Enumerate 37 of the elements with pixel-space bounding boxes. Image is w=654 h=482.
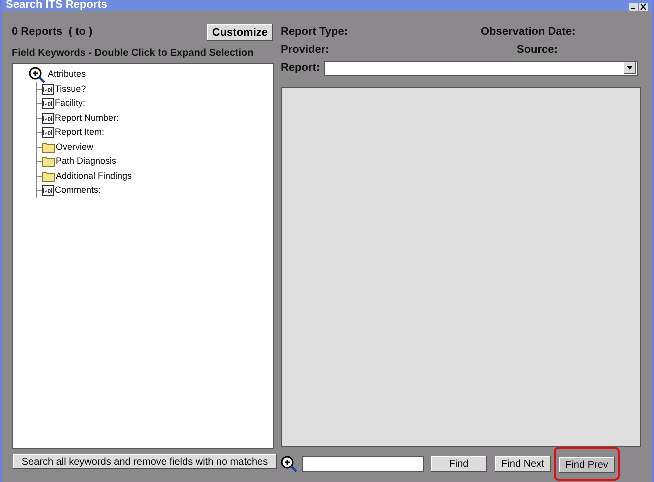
- tree-item[interactable]: Report Number:: [55, 112, 120, 125]
- folder-icon: [42, 170, 55, 182]
- close-icon[interactable]: [639, 3, 648, 11]
- observation-date-label: Observation Date:: [481, 24, 576, 40]
- tree-item[interactable]: Path Diagnosis: [56, 155, 117, 168]
- report-type-label: Report Type:: [281, 24, 350, 40]
- tree-item[interactable]: Facility:: [55, 97, 86, 110]
- search-input[interactable]: [302, 456, 424, 472]
- find-button[interactable]: Find: [431, 456, 487, 472]
- report-label: Report:: [281, 60, 320, 76]
- folder-icon: [42, 156, 55, 168]
- tree-item[interactable]: Tissue?: [55, 82, 86, 96]
- minimize-icon[interactable]: [629, 3, 638, 11]
- source-label: Source:: [517, 42, 558, 58]
- find-button[interactable]: Find Next: [495, 456, 551, 472]
- tree-item[interactable]: Additional Findings: [56, 170, 132, 183]
- report-count: 0 Reports ( to ): [12, 24, 93, 40]
- tree-item[interactable]: Report Item:: [55, 126, 105, 140]
- text-field-icon: [42, 185, 54, 196]
- text-field-icon: [42, 127, 54, 138]
- tree-item[interactable]: Comments:: [55, 184, 102, 198]
- text-field-icon: [42, 84, 54, 95]
- provider-label: Provider:: [281, 42, 330, 58]
- customize-button[interactable]: Customize: [207, 24, 273, 40]
- text-field-icon: [42, 98, 54, 110]
- tree-item[interactable]: Overview: [56, 140, 94, 154]
- search-all-button[interactable]: Search all keywords and remove fields with no matches: [13, 454, 277, 469]
- text-field-icon: [42, 112, 54, 124]
- window-title: Search ITS Reports: [6, 0, 108, 11]
- keywords-label: Field Keywords - Double Click to Expand Selection: [12, 47, 255, 61]
- find-button[interactable]: Find Prev: [559, 457, 615, 473]
- zoom-in-icon: [29, 66, 46, 84]
- dropdown-arrow-icon[interactable]: [624, 62, 636, 74]
- folder-icon: [42, 142, 55, 153]
- zoom-in-icon: [281, 456, 298, 472]
- report-dropdown[interactable]: [324, 60, 638, 76]
- tree-item[interactable]: Attributes: [48, 68, 86, 82]
